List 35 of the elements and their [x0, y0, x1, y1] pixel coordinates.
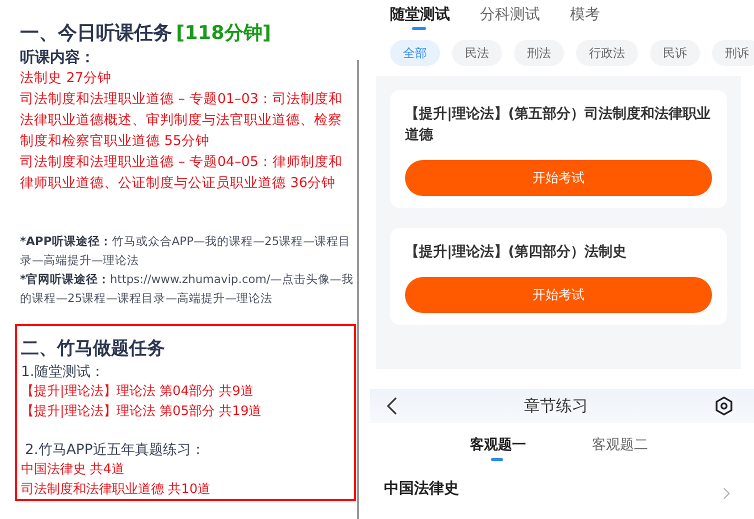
exam-title: 【提升|理论法】(第四部分）法制史 — [405, 242, 628, 262]
filter-chip[interactable]: 全部 — [390, 40, 440, 66]
screen-title: 章节练习 — [523, 396, 589, 416]
group-heading: 2.竹马APP近五年真题练习： — [24, 441, 206, 460]
lesson-text: 司法制度和法理职业道德 – 专题04–05：律师制度和律师职业道德、公证制度与公证员职业道德 36分钟 — [20, 153, 344, 193]
start-exam-button[interactable]: 开始考试 — [405, 160, 712, 196]
tab[interactable]: 模考 — [570, 2, 600, 32]
filter-chip[interactable]: 刑诉 — [712, 40, 754, 66]
tab[interactable]: 分科测试 — [480, 2, 540, 32]
filter-chip[interactable]: 行政法 — [576, 40, 638, 66]
subheading: 听课内容： — [20, 47, 96, 68]
back-icon[interactable] — [386, 396, 398, 416]
section-title: 二、竹马做题任务 — [21, 337, 166, 361]
filter-chip[interactable]: 刑法 — [514, 40, 564, 66]
tab[interactable]: 客观题一 — [470, 435, 526, 463]
filter-chip[interactable]: 民诉 — [650, 40, 700, 66]
group-heading: 1.随堂测试： — [21, 363, 106, 382]
section-title: 一、今日听课任务 — [20, 22, 172, 44]
scrollbar[interactable] — [357, 60, 359, 519]
filter-chip[interactable]: 民法 — [452, 40, 502, 66]
duration-text: [118分钟] — [176, 22, 272, 44]
lesson-text: 司法制度和法理职业道德 – 专题01–03：司法制度和法律职业道德概述、审判制度与法官职业道德、检察制度和检察官职业道德 55分钟 — [20, 90, 344, 151]
tab[interactable]: 随堂测试 — [390, 2, 450, 32]
task-text: 司法制度和法律职业道德 共10道 — [21, 481, 212, 499]
task-text: 【提升|理论法】理论法 第04部分 共9道 — [21, 383, 254, 401]
chevron-icon — [723, 487, 730, 500]
route-text: *官网听课途径：https://www.zhumavip.com/—点击头像—我的课程—25课程—课程目录—高端提升—理论法 — [20, 271, 354, 307]
lesson-text: 法制史 27分钟 — [20, 69, 112, 88]
settings-icon[interactable] — [714, 396, 734, 416]
exam-title: 【提升|理论法】(第五部分）司法制度和法律职业道德 — [405, 104, 712, 145]
task-text: 【提升|理论法】理论法 第05部分 共19道 — [21, 403, 263, 421]
task-text: 中国法律史 共4道 — [21, 461, 126, 479]
chapter-item[interactable]: 中国法律史 — [384, 477, 459, 500]
tab[interactable]: 客观题二 — [592, 435, 648, 463]
start-exam-button[interactable]: 开始考试 — [405, 277, 712, 313]
